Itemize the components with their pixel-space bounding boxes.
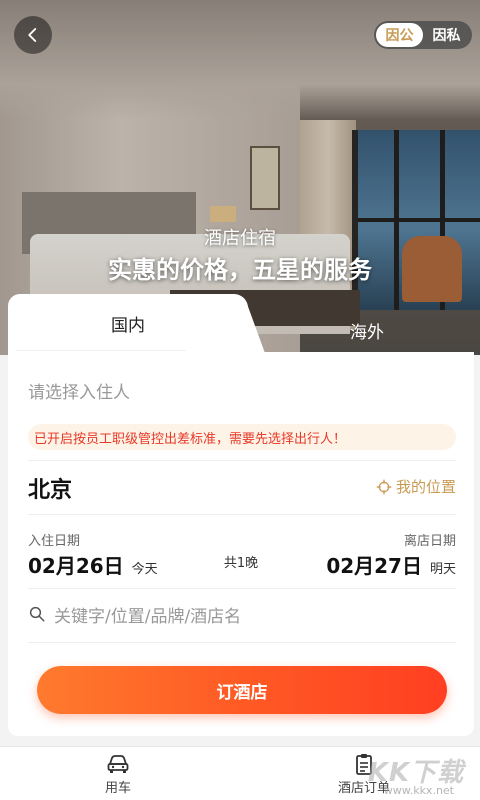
tab-domestic-label: 国内 xyxy=(111,315,145,336)
nav-car-label: 用车 xyxy=(104,781,131,796)
guest-selector[interactable]: 请选择入住人 xyxy=(28,372,456,408)
guest-placeholder: 请选择入住人 xyxy=(28,382,130,403)
search-icon xyxy=(29,606,45,622)
tab-overseas[interactable]: 海外 xyxy=(248,306,474,354)
hero-title: 实惠的价格，五星的服务 xyxy=(108,256,372,284)
policy-notice: 已开启按员工职级管控出差标准，需要先选择出行人！ xyxy=(28,424,456,450)
checkin-label: 入住日期 xyxy=(28,534,81,549)
watermark-url: www.kkx.net xyxy=(383,784,454,797)
tab-overseas-label: 海外 xyxy=(350,322,384,343)
search-placeholder: 关键字/位置/品牌/酒店名 xyxy=(54,606,242,627)
checkout-date-picker[interactable]: 02月27日 明天 xyxy=(326,550,456,579)
booking-form: 请选择入住人 已开启按员工职级管控出差标准，需要先选择出行人！ 北京 我的位置 … xyxy=(8,352,474,736)
locate-icon xyxy=(376,479,392,494)
my-location-label: 我的位置 xyxy=(395,478,456,496)
my-location-button[interactable]: 我的位置 xyxy=(376,476,456,497)
keyword-search-input[interactable]: 关键字/位置/品牌/酒店名 xyxy=(28,596,456,632)
checkout-label: 离店日期 xyxy=(403,534,456,549)
car-icon xyxy=(107,755,129,773)
toggle-business[interactable]: 因公 xyxy=(376,23,423,47)
booking-card: 国内 海外 请选择入住人 已开启按员工职级管控出差标准，需要先选择出行人！ 北京… xyxy=(8,294,474,736)
tab-domestic[interactable]: 国内 xyxy=(8,294,248,356)
hero-subtitle: 酒店住宿 xyxy=(204,228,276,249)
book-hotel-button[interactable]: 订酒店 xyxy=(37,666,447,714)
divider xyxy=(28,642,456,643)
nav-car[interactable]: 用车 xyxy=(58,753,178,799)
checkout-day: 明天 xyxy=(429,562,456,577)
watermark: KK下载 www.kkx.net xyxy=(344,752,474,798)
back-button[interactable] xyxy=(14,16,52,54)
divider xyxy=(28,514,456,515)
tab-strip: 国内 海外 xyxy=(8,294,474,356)
checkout-date: 02月27日 xyxy=(326,554,422,578)
divider xyxy=(28,588,456,589)
toggle-private[interactable]: 因私 xyxy=(423,23,470,47)
divider xyxy=(28,460,456,461)
chevron-left-icon xyxy=(28,28,37,42)
policy-notice-text: 已开启按员工职级管控出差标准，需要先选择出行人！ xyxy=(34,431,347,447)
business-private-toggle: 因公 因私 xyxy=(374,21,472,49)
city-selector[interactable]: 北京 xyxy=(28,472,72,504)
